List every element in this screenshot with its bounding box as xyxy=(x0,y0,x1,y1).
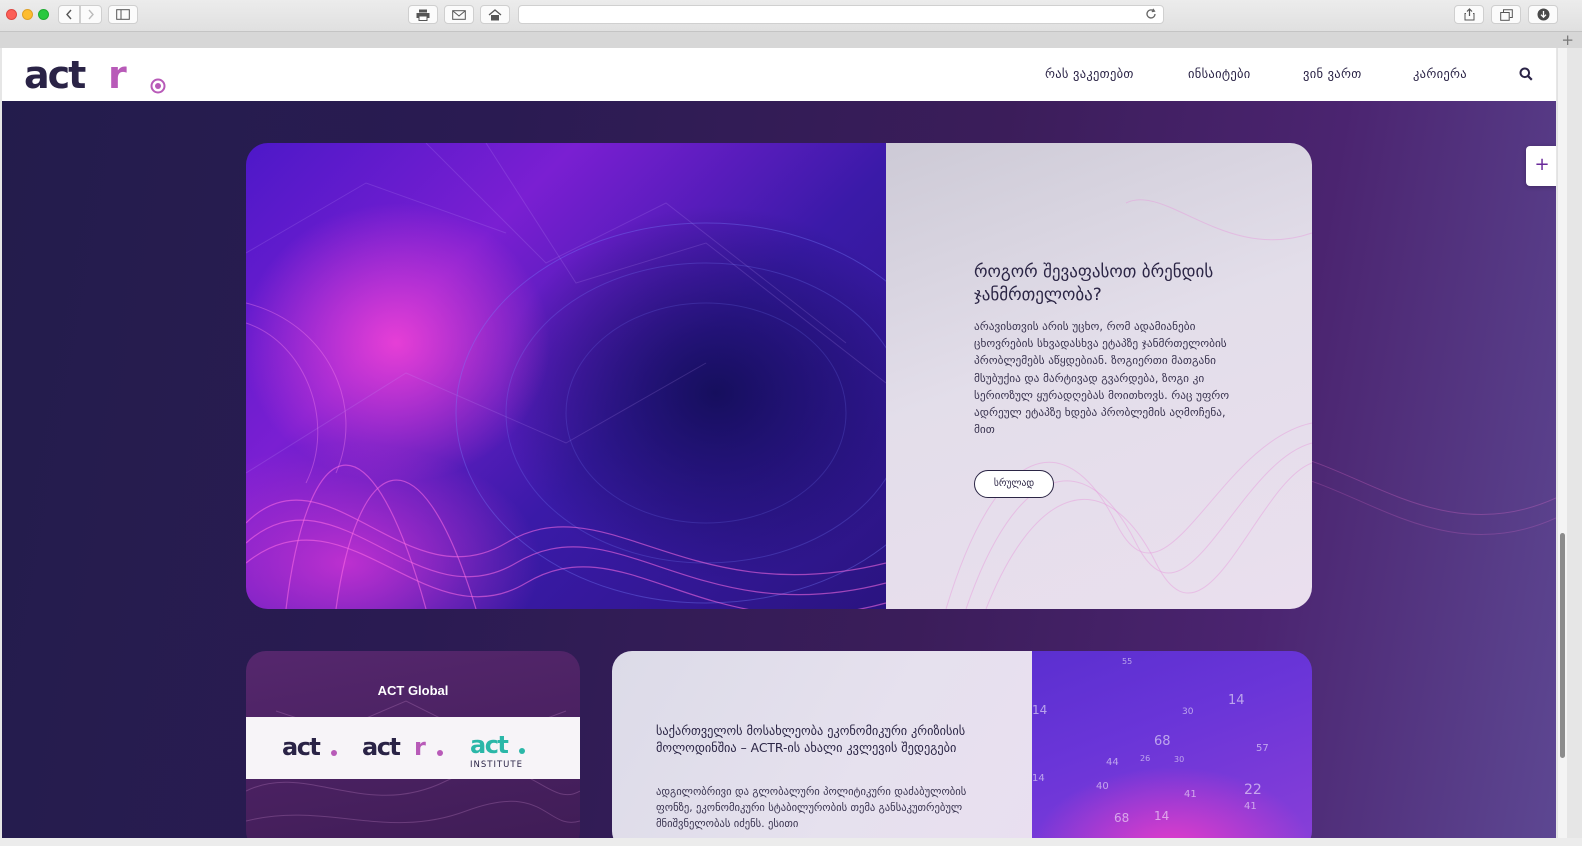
print-button[interactable] xyxy=(408,5,438,24)
featured-insight-card[interactable]: როგორ შევაფასოთ ბრენდის ჯანმრთელობა? არა… xyxy=(246,143,1312,609)
side-expand-button[interactable]: + xyxy=(1526,146,1556,186)
svg-text:act: act xyxy=(362,735,400,761)
hero-image xyxy=(246,143,957,609)
mail-button[interactable] xyxy=(444,5,474,24)
tab-strip: + xyxy=(0,31,1582,49)
sidebar-toggle-button[interactable] xyxy=(108,5,138,24)
back-button[interactable] xyxy=(58,5,80,24)
chevron-right-icon xyxy=(88,9,94,20)
abstract-globe-illustration xyxy=(246,143,957,609)
news-image: 55 14 14 30 68 57 44 26 30 14 40 22 41 1… xyxy=(1032,651,1312,838)
tabs-overview-button[interactable] xyxy=(1491,5,1521,24)
minimize-window-button[interactable] xyxy=(22,9,33,20)
actr-logo[interactable]: act r xyxy=(24,56,169,96)
close-window-button[interactable] xyxy=(6,9,17,20)
act-logo: act xyxy=(282,735,337,761)
zoom-window-button[interactable] xyxy=(38,9,49,20)
actr-logo-small: act r xyxy=(362,735,443,761)
act-global-title: ACT Global xyxy=(377,683,449,698)
svg-text:r: r xyxy=(108,56,127,96)
envelope-icon xyxy=(452,9,466,20)
downloads-button[interactable] xyxy=(1528,5,1558,24)
svg-text:INSTITUTE: INSTITUTE xyxy=(470,760,523,770)
scrollbar-thumb[interactable] xyxy=(1560,533,1565,758)
page-scrollbar[interactable] xyxy=(1557,48,1567,838)
hero-excerpt: არავისთვის არის უცხო, რომ ადამიანები ცხო… xyxy=(974,320,1230,437)
act-institute-logo: act INSTITUTE xyxy=(470,731,525,770)
tabs-icon xyxy=(1499,8,1513,21)
research-news-card[interactable]: საქართველოს მოსახლეობა ეკონომიკური კრიზი… xyxy=(612,651,1312,838)
page-viewport: act r რას ვაკეთებთ ინსაიტები ვინ ვართ კა… xyxy=(2,48,1556,838)
nav-careers[interactable]: კარიერა xyxy=(1413,66,1467,81)
hero-text-panel: როგორ შევაფასოთ ბრენდის ჯანმრთელობა? არა… xyxy=(886,143,1312,609)
share-icon xyxy=(1464,8,1474,21)
news-text-panel: საქართველოს მოსახლეობა ეკონომიკური კრიზი… xyxy=(612,651,1032,838)
search-icon[interactable] xyxy=(1519,67,1533,81)
address-bar[interactable] xyxy=(518,5,1164,24)
window-bottom-edge xyxy=(0,838,1582,846)
home-icon xyxy=(488,8,502,20)
share-button[interactable] xyxy=(1454,5,1484,24)
read-more-button[interactable]: სრულად xyxy=(974,470,1054,498)
act-global-card[interactable]: ACT Global act act r act INSTITUTE xyxy=(246,651,580,838)
download-icon xyxy=(1537,8,1549,21)
site-header: act r რას ვაკეთებთ ინსაიტები ვინ ვართ კა… xyxy=(2,48,1556,101)
nav-insights[interactable]: ინსაიტები xyxy=(1188,66,1251,81)
home-button[interactable] xyxy=(480,5,510,24)
forward-button[interactable] xyxy=(80,5,102,24)
svg-text:act: act xyxy=(470,731,508,759)
sidebar-icon xyxy=(116,9,130,20)
browser-toolbar: + xyxy=(0,0,1582,49)
brand-logos-strip: act act r act INSTITUTE xyxy=(246,717,580,779)
svg-text:r: r xyxy=(414,735,426,761)
news-excerpt: ადგილობრივი და გლობალური პოლიტიკური დაძა… xyxy=(656,786,967,830)
svg-text:act: act xyxy=(24,56,86,96)
hero-title: როგორ შევაფასოთ ბრენდის ჯანმრთელობა? xyxy=(974,262,1214,305)
news-title: საქართველოს მოსახლეობა ეკონომიკური კრიზი… xyxy=(656,724,966,755)
reload-icon[interactable] xyxy=(1145,8,1157,20)
svg-text:act: act xyxy=(282,735,320,761)
nav-who-we-are[interactable]: ვინ ვართ xyxy=(1303,66,1362,81)
nav-what-we-do[interactable]: რას ვაკეთებთ xyxy=(1045,66,1134,81)
new-tab-button[interactable]: + xyxy=(1561,32,1574,49)
chevron-left-icon xyxy=(66,9,72,20)
printer-icon xyxy=(416,9,430,21)
